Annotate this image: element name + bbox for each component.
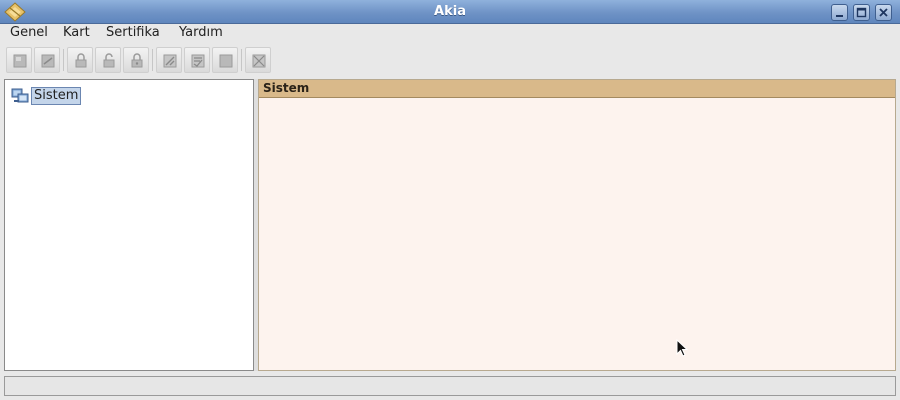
- close-button[interactable]: [875, 4, 892, 21]
- content-header: Sistem: [259, 80, 895, 98]
- sign-button[interactable]: [156, 47, 182, 73]
- card-insert-button[interactable]: [6, 47, 32, 73]
- card-remove-button[interactable]: [34, 47, 60, 73]
- content-panel: Sistem: [258, 79, 896, 371]
- lock-icon: [75, 53, 87, 68]
- status-bar: [4, 376, 896, 396]
- tree-item-label: Sistem: [31, 87, 82, 105]
- toolbar-separator: [241, 49, 242, 71]
- verify-button[interactable]: [184, 47, 210, 73]
- mouse-cursor-icon: [676, 338, 690, 363]
- menu-sertifika[interactable]: Sertifika: [104, 25, 162, 40]
- minimize-button[interactable]: [831, 4, 848, 21]
- card-insert-icon: [13, 54, 27, 68]
- maximize-button[interactable]: [853, 4, 870, 21]
- toolbar-separator: [152, 49, 153, 71]
- toolbar: [0, 46, 900, 76]
- minimize-icon: [832, 10, 847, 23]
- verify-icon: [191, 54, 205, 68]
- pin-change-button[interactable]: [123, 47, 149, 73]
- unlock-button[interactable]: [95, 47, 121, 73]
- certificate-button[interactable]: [245, 47, 271, 73]
- menu-yardim[interactable]: Yardım: [177, 25, 225, 40]
- title-bar[interactable]: Akia: [0, 0, 900, 24]
- maximize-icon: [854, 7, 869, 23]
- menu-genel[interactable]: Genel: [8, 25, 50, 40]
- certificate-icon: [252, 54, 266, 68]
- tree-panel[interactable]: Sistem: [4, 79, 254, 371]
- document-button[interactable]: [212, 47, 238, 73]
- computer-network-icon: [11, 88, 29, 108]
- menu-bar: Genel Kart Sertifika Yardım: [0, 24, 900, 44]
- sign-icon: [163, 54, 177, 68]
- toolbar-separator: [63, 49, 64, 71]
- card-remove-icon: [41, 54, 55, 68]
- close-icon: [876, 8, 891, 23]
- window-title: Akia: [434, 4, 466, 19]
- menu-kart[interactable]: Kart: [61, 25, 92, 40]
- document-icon: [219, 54, 233, 68]
- unlock-icon: [103, 53, 115, 68]
- key-lock-icon: [131, 53, 143, 68]
- lock-button[interactable]: [67, 47, 93, 73]
